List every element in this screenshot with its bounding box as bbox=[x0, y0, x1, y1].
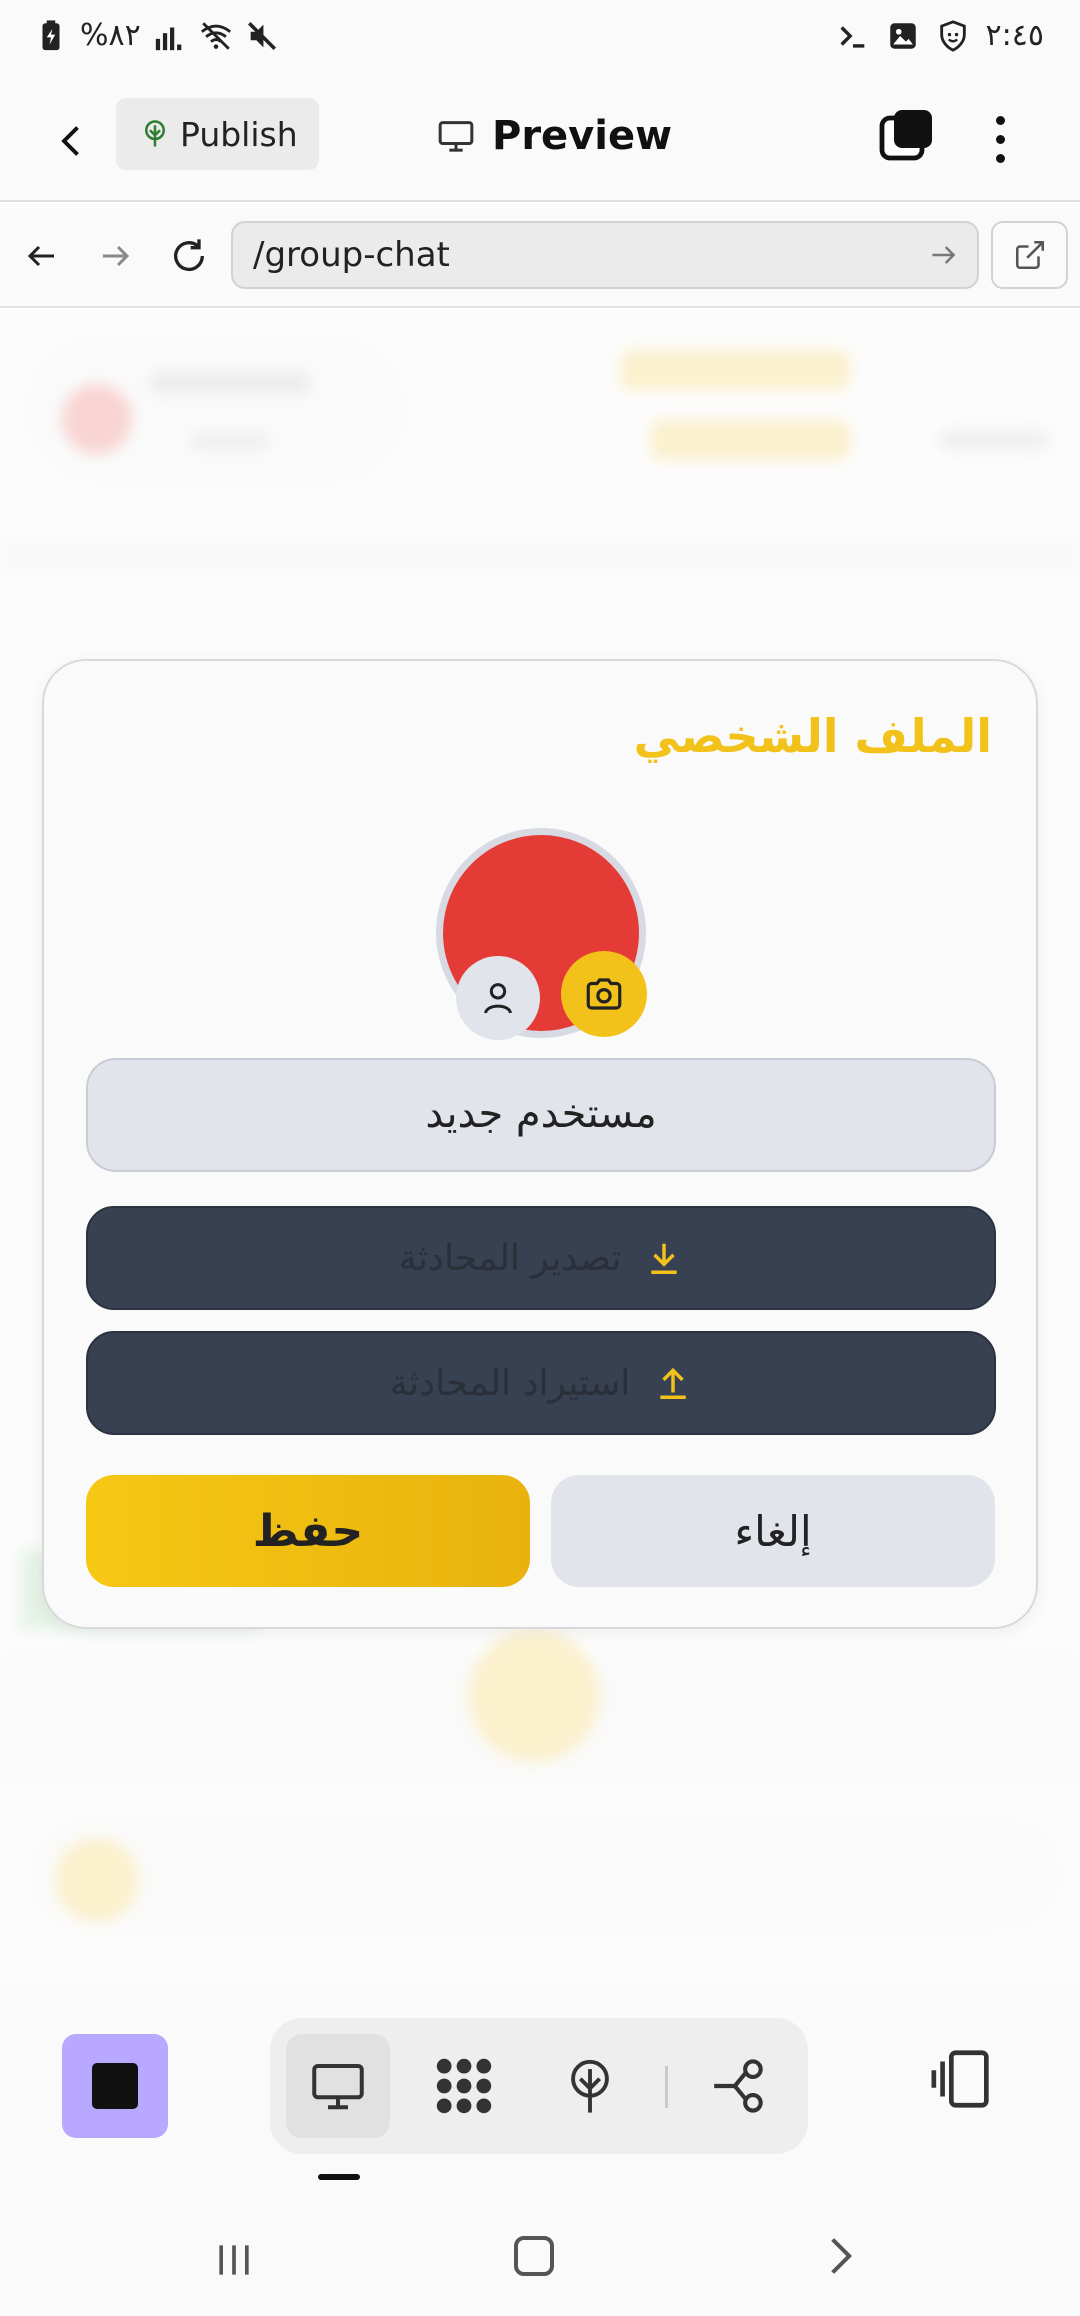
more-dot bbox=[995, 153, 1005, 163]
publish-label: Publish bbox=[180, 114, 298, 154]
nav-forward-button[interactable] bbox=[87, 228, 143, 284]
overlapping-squares-icon bbox=[879, 110, 932, 161]
view-mode-group bbox=[270, 2018, 808, 2154]
import-label: استيراد المحادثة bbox=[389, 1362, 631, 1404]
save-button[interactable]: حفظ bbox=[86, 1475, 530, 1587]
stop-icon bbox=[92, 2063, 138, 2109]
preview-label: Preview bbox=[492, 113, 673, 159]
components-button[interactable] bbox=[412, 2034, 516, 2138]
battery-percent: %٨٢ bbox=[80, 18, 141, 53]
shield-icon bbox=[939, 19, 966, 52]
home-icon[interactable] bbox=[514, 2236, 554, 2276]
wifi-off-icon bbox=[200, 21, 231, 50]
user-icon bbox=[484, 983, 512, 1014]
tabs-button[interactable] bbox=[876, 106, 936, 166]
status-time: ٢:٤٥ bbox=[985, 18, 1044, 53]
external-link-icon bbox=[1015, 240, 1044, 270]
publish-view-button[interactable] bbox=[538, 2034, 642, 2138]
grid-flower-icon bbox=[436, 2058, 492, 2114]
profile-modal: الملف الشخصي مستخدم جديد تصدير المحادثة … bbox=[42, 659, 1038, 1629]
publish-tree-icon bbox=[145, 120, 165, 147]
share-button[interactable] bbox=[688, 2034, 792, 2138]
monitor-icon bbox=[438, 121, 474, 152]
reload-icon bbox=[174, 239, 204, 272]
share-nodes-icon bbox=[714, 2059, 763, 2113]
open-external-button[interactable] bbox=[991, 221, 1068, 289]
export-label: تصدير المحادثة bbox=[398, 1237, 622, 1279]
system-navigation-bar bbox=[0, 2186, 1080, 2316]
signal-icon bbox=[155, 27, 182, 50]
publish-tree-icon bbox=[571, 2059, 609, 2113]
avatar-upload-button[interactable] bbox=[561, 951, 647, 1037]
status-left: %٨٢ bbox=[34, 18, 279, 53]
go-arrow-icon[interactable] bbox=[927, 239, 959, 271]
url-text: /group-chat bbox=[253, 235, 450, 275]
status-right: ٢:٤٥ bbox=[836, 18, 1044, 53]
side-panel-button[interactable] bbox=[928, 2044, 998, 2114]
recent-apps-icon[interactable] bbox=[212, 2238, 256, 2282]
name-input[interactable]: مستخدم جديد bbox=[86, 1058, 996, 1172]
nav-back-button[interactable] bbox=[14, 228, 70, 284]
import-chat-button[interactable]: استيراد المحادثة bbox=[86, 1331, 996, 1435]
arrow-left-icon bbox=[27, 245, 54, 267]
publish-button[interactable]: Publish bbox=[116, 98, 319, 170]
battery-charging-icon bbox=[42, 19, 60, 50]
monitor-icon bbox=[312, 2064, 364, 2110]
status-bar: %٨٢ ٢:٤٥ bbox=[0, 0, 1080, 80]
url-bar: /group-chat bbox=[0, 204, 1080, 308]
stop-button[interactable] bbox=[62, 2034, 168, 2138]
editor-toolbar bbox=[0, 1986, 1080, 2186]
camera-icon bbox=[586, 978, 622, 1010]
url-input[interactable]: /group-chat bbox=[231, 221, 979, 289]
back-button[interactable] bbox=[40, 108, 106, 174]
more-dot bbox=[995, 134, 1005, 144]
desktop-view-button[interactable] bbox=[286, 2034, 390, 2138]
more-dot bbox=[995, 115, 1005, 125]
active-tab-indicator bbox=[318, 2174, 360, 2180]
terminal-icon bbox=[840, 25, 864, 48]
toolbar-divider bbox=[665, 2066, 668, 2108]
preview-title: Preview bbox=[436, 106, 672, 166]
export-chat-button[interactable]: تصدير المحادثة bbox=[86, 1206, 996, 1310]
reload-button[interactable] bbox=[161, 228, 217, 284]
more-options-button[interactable] bbox=[980, 106, 1020, 172]
cancel-button[interactable]: إلغاء bbox=[551, 1475, 995, 1587]
gallery-icon bbox=[889, 22, 916, 49]
side-panel-icon bbox=[931, 2050, 989, 2108]
upload-icon bbox=[660, 1367, 686, 1399]
arrow-right-icon bbox=[103, 245, 130, 267]
system-back-icon[interactable] bbox=[818, 2234, 862, 2278]
download-icon bbox=[651, 1243, 678, 1274]
app-bar: Publish Preview bbox=[0, 80, 1080, 202]
mute-icon bbox=[247, 21, 276, 50]
avatar-default-button[interactable] bbox=[456, 956, 540, 1040]
chevron-left-icon bbox=[61, 126, 79, 156]
modal-title: الملف الشخصي bbox=[633, 709, 992, 763]
